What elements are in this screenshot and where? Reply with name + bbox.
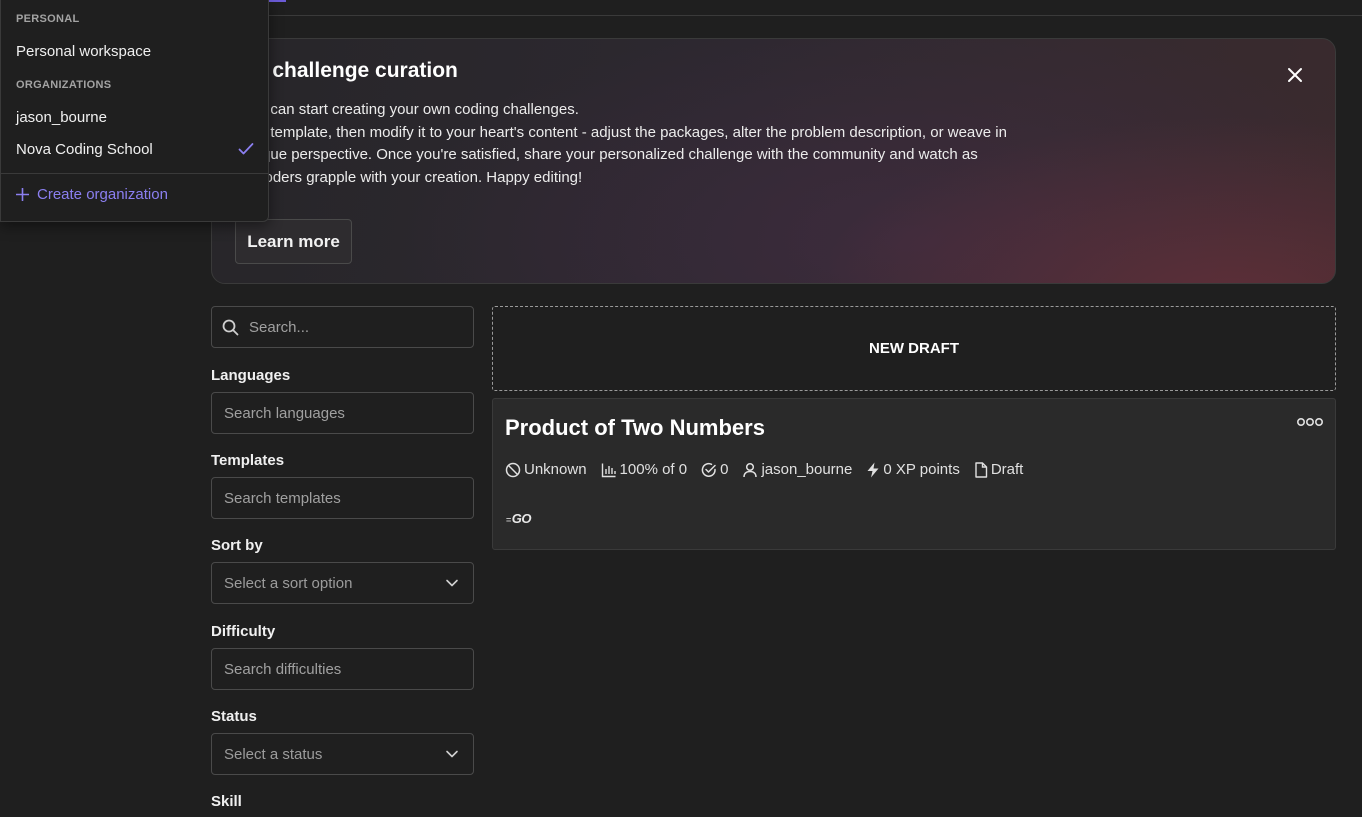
banner-line: w coders grapple with your creation. Hap… (242, 168, 583, 186)
success-rate-value: 100% of 0 (619, 461, 688, 478)
close-banner-button[interactable] (1283, 63, 1307, 87)
banner-description: you can start creating your own coding c… (242, 99, 1122, 189)
sort-by-value: Select a sort option (224, 574, 353, 592)
challenge-meta: Unknown 100% of 0 0 jason_bourne 0 XP po… (505, 461, 1037, 478)
banner-title: de challenge curation (242, 59, 458, 82)
status-value: Select a status (224, 745, 323, 763)
difficulty-meta: Unknown (505, 461, 587, 478)
plus-icon (16, 188, 29, 201)
difficulty-input[interactable] (224, 660, 461, 678)
go-logo-text: GO (511, 511, 532, 526)
ban-icon (505, 462, 521, 477)
personal-workspace-label: Personal workspace (16, 42, 152, 60)
languages-input[interactable] (224, 404, 461, 422)
lightning-icon (867, 462, 879, 477)
status-select[interactable]: Select a status (211, 733, 474, 775)
templates-label: Templates (211, 452, 285, 469)
search-input[interactable] (249, 318, 461, 336)
organization-item-jason-bourne[interactable]: jason_bourne (1, 102, 268, 132)
learn-more-button[interactable]: Learn more (235, 219, 352, 264)
search-icon (222, 319, 239, 336)
banner-line: unique perspective. Once you're satisfie… (242, 146, 978, 163)
completions-meta: 0 (701, 461, 728, 478)
languages-label: Languages (211, 367, 291, 384)
challenge-card[interactable]: Product of Two Numbers Unknown 100% of 0 (492, 398, 1336, 550)
more-horizontal-icon (1297, 417, 1323, 427)
personal-heading: PERSONAL (16, 13, 80, 25)
sort-by-select[interactable]: Select a sort option (211, 562, 474, 604)
workspace-dropdown: PERSONAL Personal workspace ORGANIZATION… (0, 0, 269, 222)
check-icon (238, 142, 254, 156)
status-value-text: Draft (990, 461, 1024, 478)
chevron-down-icon (446, 750, 458, 758)
personal-workspace-item[interactable]: Personal workspace (1, 36, 268, 66)
check-circle-icon (701, 462, 716, 477)
status-meta: Draft (974, 461, 1024, 478)
xp-value: 0 XP points (883, 461, 960, 478)
close-icon (1288, 68, 1302, 82)
banner-line: you can start creating your own coding c… (242, 101, 579, 118)
difficulty-label: Difficulty (211, 623, 276, 640)
chevron-down-icon (446, 579, 458, 587)
author-value: jason_bourne (761, 461, 853, 478)
success-rate-meta: 100% of 0 (601, 461, 688, 478)
user-icon (743, 462, 758, 477)
create-organization-button[interactable]: Create organization (16, 186, 168, 203)
file-icon (975, 461, 988, 478)
organizations-heading: ORGANIZATIONS (16, 79, 112, 91)
search-field[interactable] (211, 306, 474, 348)
sort-by-label: Sort by (211, 537, 263, 554)
dropdown-divider (1, 173, 268, 174)
templates-input[interactable] (224, 489, 461, 507)
new-draft-button[interactable]: NEW DRAFT (492, 306, 1336, 391)
languages-field[interactable] (211, 392, 474, 434)
organization-item-nova-coding-school[interactable]: Nova Coding School (1, 134, 268, 164)
banner-line: ct a template, then modify it to your he… (242, 123, 1007, 141)
skill-label: Skill (211, 793, 242, 810)
difficulty-value: Unknown (524, 461, 587, 478)
more-options-button[interactable] (1297, 417, 1323, 427)
create-organization-label: Create organization (37, 186, 168, 203)
challenge-title: Product of Two Numbers (505, 415, 765, 440)
go-language-logo: =GO (506, 511, 532, 526)
author-meta: jason_bourne (742, 461, 852, 478)
completions-value: 0 (720, 461, 729, 478)
status-label: Status (211, 708, 257, 725)
organization-label: Nova Coding School (16, 140, 153, 158)
xp-meta: 0 XP points (866, 461, 960, 478)
go-logo-dash-icon: = (506, 515, 511, 525)
bar-chart-icon (601, 463, 616, 477)
curation-banner: de challenge curation you can start crea… (211, 38, 1336, 284)
organization-label: jason_bourne (16, 108, 107, 126)
templates-field[interactable] (211, 477, 474, 519)
difficulty-field[interactable] (211, 648, 474, 690)
